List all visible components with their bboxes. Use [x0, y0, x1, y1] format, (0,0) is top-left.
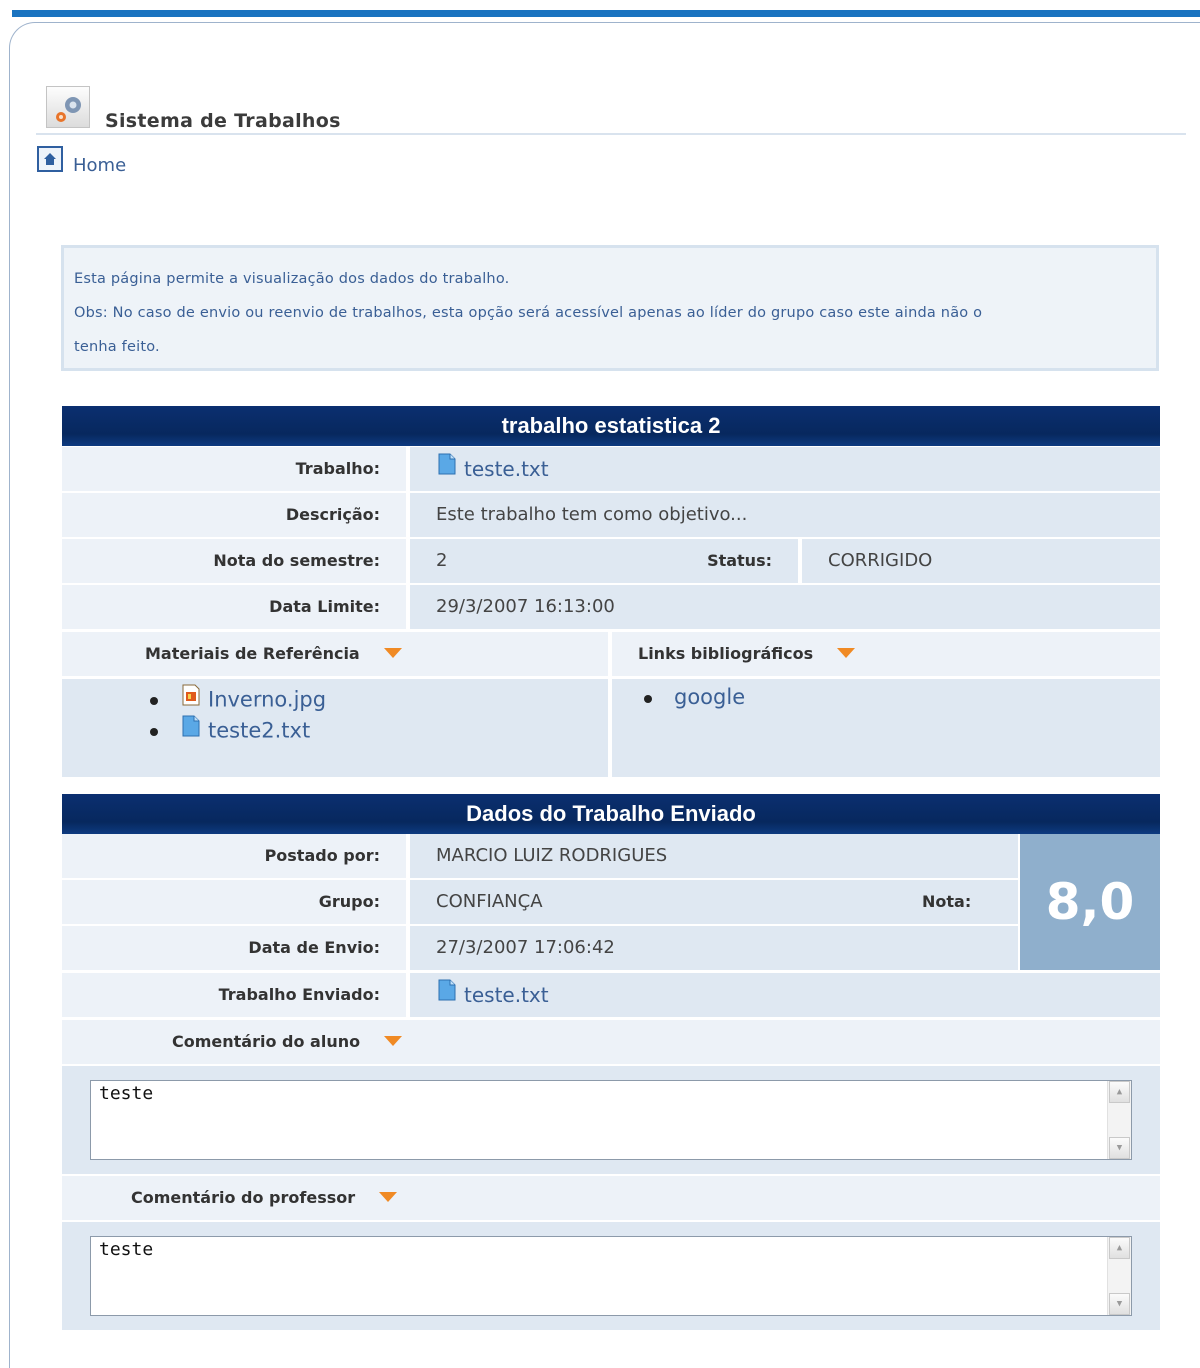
postado-value: MARCIO LUIZ RODRIGUES — [410, 834, 1018, 878]
nota-semestre-label: Nota do semestre: — [62, 539, 406, 583]
row-trabalho: Trabalho: teste.txt — [62, 447, 1160, 491]
title-divider — [36, 133, 1186, 135]
row-nota-semestre: Nota do semestre: 2 Status: CORRIGIDO — [62, 539, 1160, 583]
links-list: google — [612, 679, 1160, 777]
grade-value: 8,0 — [1020, 834, 1160, 970]
grupo-label: Grupo: — [62, 880, 406, 924]
row-trabalho-enviado: Trabalho Enviado: teste.txt — [62, 973, 1160, 1017]
materiais-list: Inverno.jpg teste2.txt — [62, 679, 608, 777]
comentario-prof-panel: teste ▲ ▼ — [62, 1222, 1160, 1330]
scroll-up-icon[interactable]: ▲ — [1109, 1237, 1130, 1259]
trabalho-filename[interactable]: teste.txt — [464, 457, 549, 481]
data-limite-value: 29/3/2007 16:13:00 — [410, 585, 1160, 629]
info-text-line: Esta página permite a visualização dos d… — [74, 271, 510, 287]
txt-file-icon — [180, 714, 202, 745]
image-file-icon — [180, 683, 202, 714]
list-item[interactable]: google — [644, 683, 1160, 711]
data-envio-label: Data de Envio: — [62, 926, 406, 970]
trabalho-file-link[interactable]: teste.txt — [410, 447, 1160, 491]
row-data-envio: Data de Envio: 27/3/2007 17:06:42 — [62, 926, 1018, 970]
info-box: Esta página permite a visualização dos d… — [61, 245, 1159, 371]
postado-label: Postado por: — [62, 834, 406, 878]
comentario-aluno-text: teste — [99, 1083, 154, 1104]
descricao-label: Descrição: — [62, 493, 406, 537]
comentario-aluno-textarea[interactable]: teste ▲ ▼ — [90, 1080, 1132, 1160]
info-text-line: tenha feito. — [74, 339, 160, 355]
list-item[interactable]: Inverno.jpg — [150, 683, 608, 716]
status-label: Status: — [456, 539, 798, 583]
materiais-item-link[interactable]: Inverno.jpg — [208, 688, 326, 712]
submission-header: Dados do Trabalho Enviado — [62, 794, 1160, 834]
txt-file-icon — [436, 447, 458, 491]
link-item-google[interactable]: google — [674, 685, 745, 709]
scroll-down-icon[interactable]: ▼ — [1109, 1137, 1130, 1159]
links-toggle[interactable]: Links bibliográficos — [612, 632, 1160, 676]
chevron-down-icon[interactable] — [383, 647, 402, 658]
chevron-down-icon[interactable] — [384, 1035, 403, 1046]
comentario-aluno-label: Comentário do aluno — [172, 1032, 361, 1051]
descricao-value: Este trabalho tem como objetivo... — [410, 493, 1160, 537]
gear-icon — [56, 97, 81, 122]
materiais-label: Materiais de Referência — [145, 644, 360, 663]
txt-file-icon — [436, 973, 458, 1017]
trabalho-enviado-link[interactable]: teste.txt — [410, 973, 1160, 1017]
data-limite-label: Data Limite: — [62, 585, 406, 629]
chevron-down-icon[interactable] — [837, 647, 856, 658]
list-item[interactable]: teste2.txt — [150, 714, 608, 747]
comentario-prof-textarea[interactable]: teste ▲ ▼ — [90, 1236, 1132, 1316]
home-link[interactable]: Home — [73, 155, 126, 176]
chevron-down-icon[interactable] — [379, 1191, 398, 1202]
comentario-prof-toggle[interactable]: Comentário do professor — [62, 1176, 1160, 1220]
scrollbar[interactable]: ▲ ▼ — [1107, 1081, 1131, 1159]
comentario-prof-label: Comentário do professor — [131, 1188, 356, 1207]
app-title: Sistema de Trabalhos — [105, 110, 341, 132]
materiais-item-link[interactable]: teste2.txt — [208, 719, 310, 743]
top-accent-bar — [12, 10, 1200, 17]
row-descricao: Descrição: Este trabalho tem como objeti… — [62, 493, 1160, 537]
data-envio-value: 27/3/2007 17:06:42 — [410, 926, 1018, 970]
comentario-aluno-panel: teste ▲ ▼ — [62, 1066, 1160, 1174]
links-label: Links bibliográficos — [638, 644, 814, 663]
scroll-up-icon[interactable]: ▲ — [1109, 1081, 1130, 1103]
comentario-prof-text: teste — [99, 1239, 154, 1260]
info-text-line: Obs: No caso de envio ou reenvio de trab… — [74, 305, 983, 321]
status-value: CORRIGIDO — [802, 539, 1160, 583]
nota-label: Nota: — [922, 892, 972, 911]
scrollbar[interactable]: ▲ ▼ — [1107, 1237, 1131, 1315]
app-icon — [46, 86, 90, 128]
comentario-aluno-toggle[interactable]: Comentário do aluno — [62, 1020, 1160, 1064]
row-grupo: Grupo: CONFIANÇA Nota: — [62, 880, 1018, 924]
home-icon[interactable] — [37, 146, 63, 172]
row-data-limite: Data Limite: 29/3/2007 16:13:00 — [62, 585, 1160, 629]
trabalho-label: Trabalho: — [62, 447, 406, 491]
materiais-toggle[interactable]: Materiais de Referência — [62, 632, 608, 676]
trabalho-enviado-filename[interactable]: teste.txt — [464, 983, 549, 1007]
scroll-down-icon[interactable]: ▼ — [1109, 1293, 1130, 1315]
row-postado: Postado por: MARCIO LUIZ RODRIGUES — [62, 834, 1018, 878]
trabalho-enviado-label: Trabalho Enviado: — [62, 973, 406, 1017]
assignment-header: trabalho estatistica 2 — [62, 406, 1160, 446]
